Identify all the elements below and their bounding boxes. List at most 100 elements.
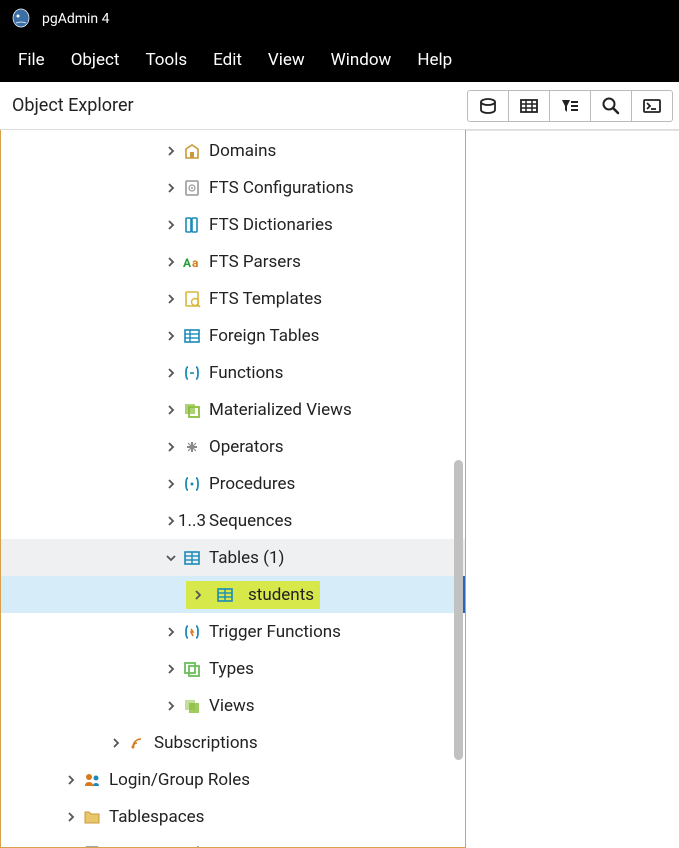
svg-text:a: a <box>192 256 199 270</box>
views-icon <box>181 695 203 717</box>
chevron-right-icon[interactable] <box>161 219 181 231</box>
tree-item-label: Operators <box>209 437 284 457</box>
tree-item-label: Views <box>209 696 255 716</box>
tree-item-functions[interactable]: Functions <box>1 354 465 391</box>
table-child-icon <box>214 584 236 606</box>
tree-item-label: Procedures <box>209 474 295 494</box>
panel-header: Object Explorer <box>0 82 679 130</box>
tablespaces-icon <box>81 806 103 828</box>
menu-edit[interactable]: Edit <box>201 44 254 76</box>
menubar: File Object Tools Edit View Window Help <box>0 38 679 82</box>
chevron-right-icon[interactable] <box>161 182 181 194</box>
tree-item-materialized-views[interactable]: Materialized Views <box>1 391 465 428</box>
tree-item-label: FTS Configurations <box>209 178 354 198</box>
tree-item-label: Trigger Functions <box>209 622 341 642</box>
function-icon <box>181 362 203 384</box>
tree-item-label: Materialized Views <box>209 400 352 420</box>
tree-item-login-group-roles[interactable]: Login/Group Roles <box>1 761 465 798</box>
tree-item-label: Types <box>209 659 254 679</box>
svg-text:A: A <box>183 256 192 270</box>
menu-view[interactable]: View <box>256 44 317 76</box>
chevron-right-icon[interactable] <box>161 404 181 416</box>
menu-tools[interactable]: Tools <box>133 44 199 76</box>
tree-item-label: Tables (1) <box>209 548 284 568</box>
tree-item-foreign-tables[interactable]: Foreign Tables <box>1 317 465 354</box>
pgagent-icon <box>81 843 103 848</box>
tree-item-operators[interactable]: Operators <box>1 428 465 465</box>
matview-icon <box>181 399 203 421</box>
tree-item-label: Foreign Tables <box>209 326 319 346</box>
tree-item-types[interactable]: Types <box>1 650 465 687</box>
tree-item-label: FTS Templates <box>209 289 322 309</box>
titlebar: pgAdmin 4 <box>0 0 679 38</box>
foreign-table-icon <box>181 325 203 347</box>
tree-item-procedures[interactable]: Procedures <box>1 465 465 502</box>
menu-window[interactable]: Window <box>319 44 404 76</box>
scrollbar[interactable] <box>454 460 463 760</box>
tree-item-label: pgAgent Jobs <box>109 844 214 848</box>
tree-item-domains[interactable]: Domains <box>1 132 465 169</box>
fts-parser-icon: Aa <box>181 251 203 273</box>
sequence-icon: 1..3 <box>181 510 203 532</box>
main-area <box>466 130 679 848</box>
tree-item-views[interactable]: Views <box>1 687 465 724</box>
chevron-right-icon[interactable] <box>161 256 181 268</box>
tree-item-sequences[interactable]: 1..3 Sequences <box>1 502 465 539</box>
tree-item-trigger-functions[interactable]: Trigger Functions <box>1 613 465 650</box>
tree-item-subscriptions[interactable]: Subscriptions <box>1 724 465 761</box>
roles-icon <box>81 769 103 791</box>
fts-config-icon <box>181 177 203 199</box>
app-title: pgAdmin 4 <box>42 11 110 27</box>
app-logo-icon <box>10 8 32 30</box>
explorer-toolbar <box>468 90 673 122</box>
psql-button[interactable] <box>631 90 673 122</box>
chevron-right-icon[interactable] <box>161 626 181 638</box>
tree-item-label: Tablespaces <box>109 807 204 827</box>
menu-help[interactable]: Help <box>405 44 464 76</box>
tree-item-students[interactable]: students <box>1 576 465 613</box>
chevron-right-icon[interactable] <box>161 293 181 305</box>
subscriptions-icon <box>126 732 148 754</box>
types-icon <box>181 658 203 680</box>
tree-item-label: Domains <box>209 141 276 161</box>
chevron-right-icon[interactable] <box>161 145 181 157</box>
tree-item-fts-dictionaries[interactable]: FTS Dictionaries <box>1 206 465 243</box>
view-data-button[interactable] <box>508 90 550 122</box>
chevron-right-icon[interactable] <box>161 700 181 712</box>
tree-item-fts-templates[interactable]: FTS Templates <box>1 280 465 317</box>
tree-item-label: FTS Dictionaries <box>209 215 333 235</box>
tree-item-label: Subscriptions <box>154 733 258 753</box>
procedure-icon <box>181 473 203 495</box>
chevron-right-icon[interactable] <box>161 367 181 379</box>
chevron-right-icon[interactable] <box>61 811 81 823</box>
chevron-right-icon[interactable] <box>106 737 126 749</box>
tree-item-tables-1[interactable]: Tables (1) <box>1 539 465 576</box>
chevron-down-icon[interactable] <box>161 552 181 564</box>
chevron-right-icon[interactable] <box>161 441 181 453</box>
tree-item-fts-configurations[interactable]: FTS Configurations <box>1 169 465 206</box>
menu-object[interactable]: Object <box>59 44 132 76</box>
filter-button[interactable] <box>549 90 591 122</box>
tree-item-label: FTS Parsers <box>209 252 301 272</box>
search-button[interactable] <box>590 90 632 122</box>
object-explorer[interactable]: Domains FTS Configurations FTS Dictionarie… <box>0 130 466 848</box>
chevron-right-icon[interactable] <box>161 663 181 675</box>
menu-file[interactable]: File <box>6 44 57 76</box>
chevron-right-icon[interactable] <box>161 478 181 490</box>
tree-item-label: Functions <box>209 363 283 383</box>
fts-dict-icon <box>181 214 203 236</box>
tree-item-pgagent-jobs[interactable]: pgAgent Jobs <box>1 835 465 848</box>
trigger-icon <box>181 621 203 643</box>
query-tool-button[interactable] <box>467 90 509 122</box>
tree-item-label: Sequences <box>209 511 292 531</box>
tree-item-label: students <box>248 585 314 605</box>
chevron-right-icon[interactable] <box>188 589 208 601</box>
operator-icon <box>181 436 203 458</box>
domain-icon <box>181 140 203 162</box>
tree-item-fts-parsers[interactable]: Aa FTS Parsers <box>1 243 465 280</box>
panel-title: Object Explorer <box>12 95 134 116</box>
chevron-right-icon[interactable] <box>61 774 81 786</box>
tree-item-tablespaces[interactable]: Tablespaces <box>1 798 465 835</box>
chevron-right-icon[interactable] <box>161 330 181 342</box>
tree-item-label: Login/Group Roles <box>109 770 250 790</box>
